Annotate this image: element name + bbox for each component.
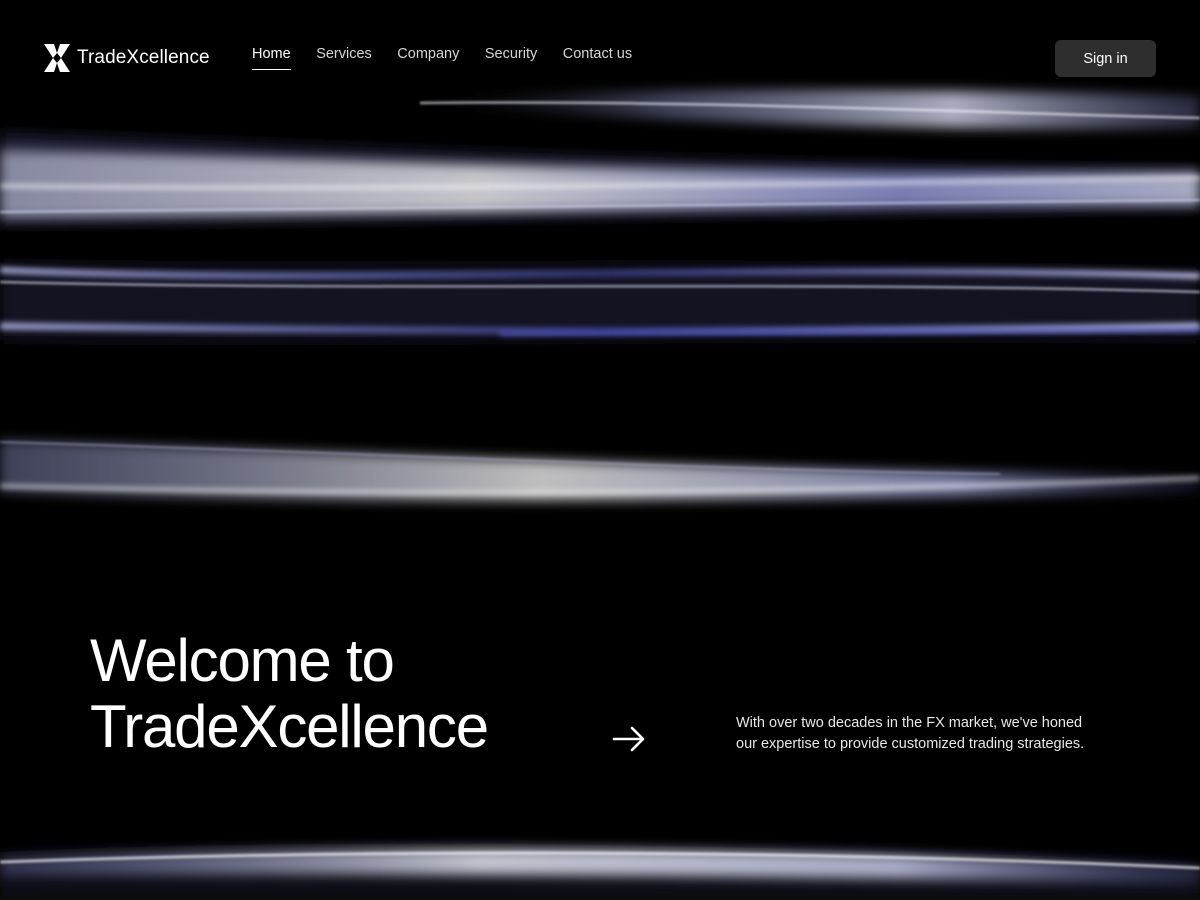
- nav-security[interactable]: Security: [485, 46, 537, 68]
- arrow-right-icon[interactable]: [612, 726, 646, 752]
- hero-headline-line2: TradeXcellence: [90, 693, 489, 760]
- main-menu: Home Services Company Security Contact u…: [252, 46, 658, 70]
- brand-logo[interactable]: TradeXcellence: [44, 44, 210, 72]
- nav-services[interactable]: Services: [316, 46, 372, 68]
- top-navigation: TradeXcellence Home Services Company Sec…: [0, 0, 1200, 110]
- hero-headline: Welcome to TradeXcellence: [90, 627, 489, 760]
- x-mark-icon: [44, 44, 70, 72]
- brand-name: TradeXcellence: [77, 47, 210, 68]
- hero-tagline-line1: With over two decades in the FX market, …: [736, 715, 1083, 731]
- hero-headline-line1: Welcome to: [90, 627, 395, 694]
- hero-tagline: With over two decades in the FX market, …: [736, 713, 1136, 755]
- sign-in-button[interactable]: Sign in: [1055, 40, 1156, 77]
- nav-home[interactable]: Home: [252, 46, 291, 70]
- nav-company[interactable]: Company: [397, 46, 459, 68]
- hero-tagline-line2: our expertise to provide customized trad…: [736, 736, 1085, 752]
- nav-contact-us[interactable]: Contact us: [563, 46, 632, 68]
- hero-background-ribbons: [0, 89, 1200, 900]
